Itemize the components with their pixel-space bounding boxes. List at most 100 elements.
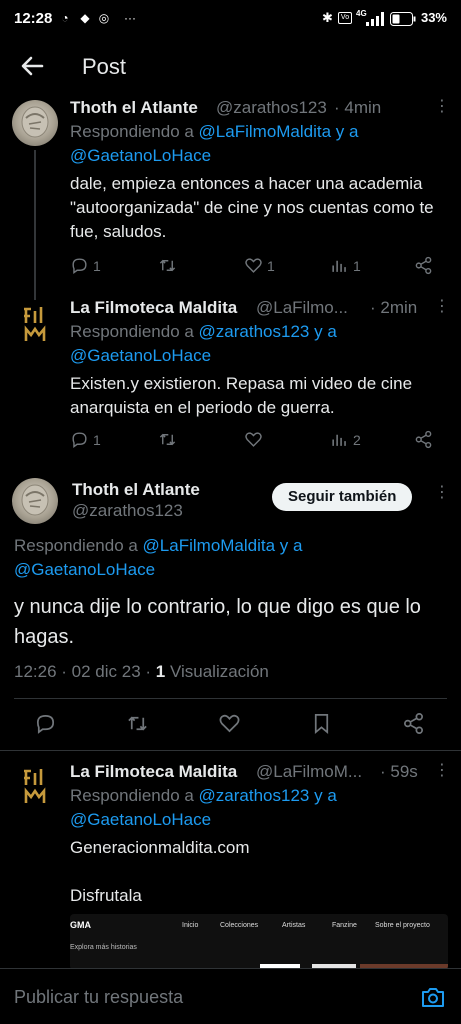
more-options-icon[interactable]: ⋮ bbox=[434, 482, 450, 502]
reply-count: 1 bbox=[93, 431, 101, 448]
like-button[interactable]: 1 bbox=[244, 256, 275, 275]
tweet-actions: 1 2 bbox=[70, 430, 445, 454]
preview-nav-fanzine: Fanzine bbox=[332, 922, 357, 929]
tweet-time: · 4min bbox=[334, 98, 382, 117]
more-options-icon[interactable]: ⋮ bbox=[434, 760, 450, 780]
more-options-icon[interactable]: ⋮ bbox=[434, 96, 450, 116]
views-button[interactable]: 2 bbox=[330, 430, 361, 449]
tweet-time: · 2min bbox=[370, 298, 418, 317]
reply-icon bbox=[72, 258, 87, 275]
retweet-icon[interactable] bbox=[126, 712, 149, 735]
reply-button[interactable]: 1 bbox=[70, 430, 101, 449]
filmoteca-logo-icon bbox=[24, 307, 46, 341]
retweet-button[interactable] bbox=[158, 256, 181, 275]
reply-bar: Publicar tu respuesta bbox=[0, 968, 461, 1024]
filmoteca-logo-icon bbox=[24, 769, 46, 803]
avatar-logo[interactable] bbox=[12, 302, 58, 348]
reply-icon[interactable] bbox=[34, 712, 57, 735]
views-count: 1 bbox=[353, 257, 361, 274]
tweet-text: y nunca dije lo contrario, lo que digo e… bbox=[14, 596, 421, 648]
tweet-timestamp: 12:26 · 02 dic 23 · bbox=[14, 662, 156, 681]
status-bar: 12:28 ◔ ◆ ◎ ··· ✱ Vo 4G 33% bbox=[0, 0, 461, 38]
heart-icon[interactable] bbox=[218, 712, 241, 735]
author-handle[interactable]: @LaFilmo... bbox=[256, 298, 348, 318]
share-button[interactable] bbox=[414, 430, 433, 449]
reply-count: 1 bbox=[93, 257, 101, 274]
tweet-time: · 59s bbox=[380, 762, 418, 781]
replying-to: Respondiendo a @LaFilmoMaldita y a @Gaet… bbox=[70, 120, 440, 168]
tweet-text: Existen.y existieron. Repasa mi video de… bbox=[70, 374, 413, 417]
avatar[interactable] bbox=[12, 100, 58, 146]
more-notifications-icon: ··· bbox=[124, 11, 136, 25]
page-title: Post bbox=[82, 54, 127, 79]
tweet-link[interactable]: Generacionmaldita.com bbox=[70, 836, 250, 860]
share-icon[interactable] bbox=[402, 712, 425, 735]
author-name[interactable]: La Filmoteca Maldita bbox=[70, 298, 237, 318]
views-count: 1 bbox=[155, 662, 166, 681]
author-name[interactable]: La Filmoteca Maldita bbox=[70, 762, 237, 782]
share-button[interactable] bbox=[414, 256, 433, 275]
replying-to-prefix: Respondiendo a bbox=[70, 786, 199, 805]
retweet-button[interactable] bbox=[158, 430, 181, 449]
divider bbox=[14, 698, 447, 699]
status-time: 12:28 bbox=[14, 10, 53, 27]
header: Post bbox=[0, 38, 461, 96]
camera-icon[interactable] bbox=[420, 985, 446, 1009]
replying-to-prefix: Respondiendo a bbox=[14, 536, 143, 555]
main-tweet: Thoth el Atlante @zarathos123 Seguir tam… bbox=[0, 474, 461, 750]
bookmark-icon[interactable] bbox=[310, 712, 333, 735]
back-arrow-icon[interactable] bbox=[16, 50, 48, 82]
preview-nav-colecciones: Colecciones bbox=[220, 922, 259, 929]
like-count: 1 bbox=[267, 257, 275, 274]
retweet-icon bbox=[159, 259, 176, 272]
whatsapp-icon: ◔ bbox=[61, 11, 69, 25]
tweet-2[interactable]: La Filmoteca Maldita @LaFilmo... · 2min … bbox=[0, 296, 461, 460]
retweet-icon bbox=[159, 433, 176, 446]
author-name[interactable]: Thoth el Atlante bbox=[72, 480, 200, 500]
divider bbox=[0, 750, 461, 751]
preview-nav-artistas: Artistas bbox=[282, 922, 306, 929]
replying-to: Respondiendo a @zarathos123 y a @Gaetano… bbox=[70, 320, 440, 368]
more-options-icon[interactable]: ⋮ bbox=[434, 296, 450, 316]
tweet-text: dale, empieza entonces a hacer una acade… bbox=[70, 174, 434, 241]
replying-to: Respondiendo a @zarathos123 y a @Gaetano… bbox=[70, 784, 440, 832]
author-handle[interactable]: @zarathos123 bbox=[72, 501, 183, 521]
author-name[interactable]: Thoth el Atlante bbox=[70, 98, 198, 118]
avatar-logo[interactable] bbox=[12, 764, 58, 810]
heart-icon bbox=[245, 432, 262, 447]
replying-to-prefix: Respondiendo a bbox=[70, 122, 199, 141]
avatar-sculpture-icon bbox=[21, 106, 49, 138]
replying-to: Respondiendo a @LaFilmoMaldita y a @Gaet… bbox=[14, 534, 434, 582]
views-count: 2 bbox=[353, 431, 361, 448]
battery-icon bbox=[390, 12, 416, 26]
like-button[interactable] bbox=[244, 430, 267, 449]
replying-to-prefix: Respondiendo a bbox=[70, 322, 199, 341]
reply-input[interactable]: Publicar tu respuesta bbox=[14, 987, 183, 1008]
views-button[interactable]: 1 bbox=[330, 256, 361, 275]
analytics-icon bbox=[332, 434, 346, 446]
preview-subtitle: Explora más historias bbox=[70, 944, 137, 951]
tweet-actions: 1 1 1 bbox=[70, 256, 445, 280]
notification-icon: ◎ bbox=[98, 11, 110, 25]
link-preview-card[interactable]: GMA Inicio Colecciones Artistas Fanzine … bbox=[70, 914, 448, 970]
tweet-1[interactable]: Thoth el Atlante @zarathos123 · 4min ⋮ R… bbox=[0, 96, 461, 300]
heart-icon bbox=[245, 258, 262, 273]
tweet-text: Disfrutala bbox=[70, 886, 142, 905]
volte-icon: Vo bbox=[338, 12, 352, 24]
avatar-sculpture-icon bbox=[21, 484, 49, 516]
preview-nav-inicio: Inicio bbox=[182, 922, 199, 929]
main-tweet-actions bbox=[0, 712, 461, 738]
author-handle[interactable]: @zarathos123 bbox=[216, 98, 327, 118]
bluetooth-icon: ✱ bbox=[322, 10, 333, 25]
signal-icon bbox=[366, 12, 384, 26]
follow-button[interactable]: Seguir también bbox=[272, 483, 413, 511]
avatar[interactable] bbox=[12, 478, 58, 524]
author-handle[interactable]: @LaFilmoM... bbox=[256, 762, 362, 782]
analytics-icon bbox=[332, 260, 346, 272]
preview-logo: GMA bbox=[70, 920, 91, 930]
reply-icon bbox=[72, 432, 87, 449]
reply-button[interactable]: 1 bbox=[70, 256, 101, 275]
battery-percent: 33% bbox=[420, 10, 447, 25]
share-icon bbox=[415, 430, 432, 449]
views-label[interactable]: Visualización bbox=[165, 662, 269, 681]
